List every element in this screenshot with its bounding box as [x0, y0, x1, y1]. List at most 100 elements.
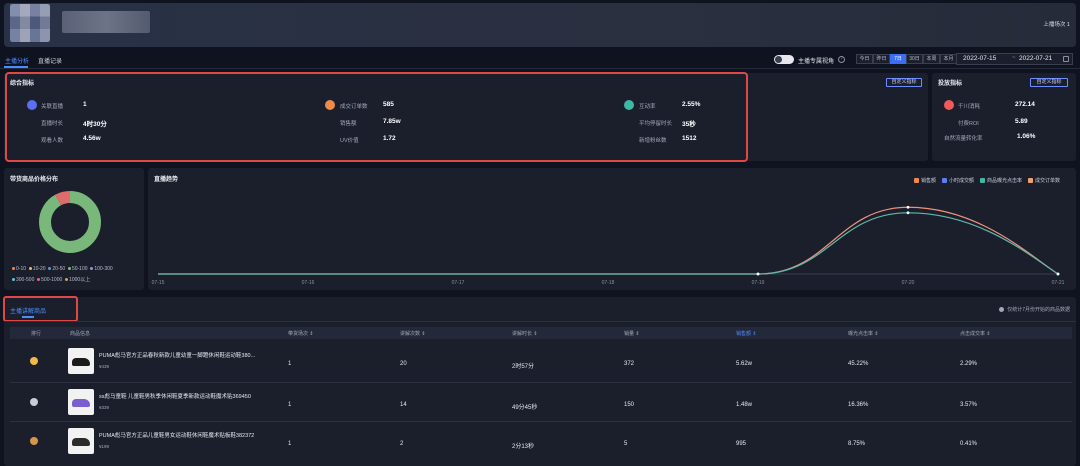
- product-thumbnail[interactable]: [68, 389, 94, 415]
- product-price: ¥439: [99, 364, 110, 369]
- series-line-商品曝光点击率[interactable]: [158, 212, 1059, 275]
- product-name[interactable]: PUMA彪马官方正品春秋新款儿童幼童一脚蹬休闲鞋运动鞋380...: [99, 351, 255, 359]
- range-30day-button[interactable]: 30日: [906, 54, 923, 64]
- legend-label: 销售额: [921, 178, 937, 184]
- metrics-highlight-box: [5, 72, 748, 162]
- metric-label: 新增粉丝数: [639, 138, 667, 144]
- data-point[interactable]: [756, 272, 760, 276]
- legend-label: 0-10: [16, 266, 27, 272]
- cell-sales: 5: [624, 441, 628, 447]
- range-today-button[interactable]: 今日: [856, 54, 873, 64]
- live-icon: [27, 100, 37, 110]
- col-revenue[interactable]: 销售额 ⇕: [736, 330, 757, 337]
- col-product: 商品信息: [70, 331, 91, 337]
- legend-item: 10-20: [28, 266, 46, 272]
- legend-label: 500-1000: [41, 277, 63, 283]
- product-thumbnail[interactable]: [68, 428, 94, 454]
- donut-slice-100-300[interactable]: [39, 191, 101, 253]
- cell-explains: 2: [400, 441, 404, 447]
- legend-label: 100-300: [94, 266, 113, 272]
- cell-sessions: 1: [288, 361, 292, 367]
- col-cvr[interactable]: 点击成交率 ⇕: [960, 330, 991, 337]
- range-yesterday-button[interactable]: 昨日: [873, 54, 890, 64]
- product-name[interactable]: PUMA彪马官方正品儿童鞋男女运动鞋休闲鞋魔术贴板鞋382372: [99, 431, 254, 439]
- trend-legend-orders[interactable]: 成交订单数: [1028, 177, 1060, 184]
- cell-sales: 372: [624, 361, 635, 367]
- metric-label: 平均停留时长: [639, 121, 673, 127]
- col-sales[interactable]: 销量 ⇕: [624, 330, 640, 337]
- legend-label: 300-500: [16, 277, 35, 283]
- cell-cvr: 0.41%: [960, 441, 978, 447]
- legend-label: 成交订单数: [1035, 178, 1061, 184]
- date-end: 2022-07-21: [1019, 55, 1053, 62]
- help-icon[interactable]: ?: [838, 56, 845, 63]
- custom-metrics-button[interactable]: 自定义指标: [886, 78, 922, 87]
- metric-label: 自然流量转化率: [944, 136, 983, 142]
- legend-dot: [90, 267, 94, 271]
- ad-custom-metrics-button[interactable]: 自定义指标: [1030, 78, 1068, 87]
- legend-item: 0-10: [12, 266, 26, 272]
- info-icon: [999, 307, 1005, 313]
- x-tick-label: 07-16: [302, 280, 315, 286]
- price-legend-row-1: 0-10 10-20 20-50 50-100 100-300: [12, 266, 113, 272]
- active-tab-indicator: [22, 316, 34, 318]
- cell-sales: 150: [624, 402, 635, 408]
- metric-value: 1.06%: [1017, 133, 1036, 140]
- data-point[interactable]: [1056, 272, 1060, 276]
- product-name[interactable]: ss彪马童鞋 儿童鞋男秋季休闲鞋夏季新款运动鞋魔术贴369450: [99, 392, 251, 400]
- cell-ctr: 45.22%: [848, 361, 869, 367]
- streamer-avatar[interactable]: [10, 4, 50, 42]
- series-line-销售额[interactable]: [158, 206, 1059, 275]
- legend-dot: [12, 267, 15, 271]
- trend-legend-ctr[interactable]: 商品曝光点击率: [980, 177, 1022, 184]
- x-tick-label: 07-19: [752, 280, 765, 286]
- x-tick-label: 07-20: [902, 280, 915, 286]
- trend-legend-hourly[interactable]: 小时成交额: [942, 177, 974, 184]
- cell-cvr: 2.29%: [960, 361, 978, 367]
- table-header: [10, 327, 1072, 339]
- legend-dot: [12, 278, 15, 282]
- price-legend-row-2: 300-500 500-1000 1000以上: [12, 276, 90, 283]
- tab-live-records[interactable]: 直播记录: [38, 56, 62, 65]
- cell-duration: 49分45秒: [512, 405, 538, 411]
- tab-streamer-analysis[interactable]: 主播分析: [5, 56, 29, 65]
- range-7day-button[interactable]: 7日: [890, 54, 906, 64]
- col-duration[interactable]: 讲解时长 ⇕: [512, 330, 538, 337]
- streamer-header: [4, 3, 1076, 47]
- cell-revenue: 995: [736, 441, 747, 447]
- shoe-icon: [72, 399, 90, 407]
- legend-swatch: [980, 178, 985, 184]
- calendar-icon[interactable]: [1063, 56, 1069, 62]
- product-price: ¥339: [99, 405, 110, 410]
- data-point[interactable]: [906, 205, 910, 209]
- cell-revenue: 1.48w: [736, 402, 753, 408]
- cell-ctr: 8.75%: [848, 441, 866, 447]
- col-ctr[interactable]: 曝光点击率 ⇕: [848, 330, 879, 337]
- cell-explains: 14: [400, 402, 407, 408]
- toggle-knob: [775, 56, 782, 63]
- legend-dot: [37, 278, 41, 282]
- tab-explained-products[interactable]: 主播讲解商品: [10, 306, 46, 315]
- stream-count: 上播场次 1: [1043, 22, 1070, 28]
- product-thumbnail[interactable]: [68, 348, 94, 374]
- trend-line-chart: 07-15 07-16 07-17 07-18 07-19 07-20 07-21: [152, 205, 1065, 286]
- range-month-button[interactable]: 本月: [940, 54, 957, 64]
- row-divider: [10, 382, 1072, 383]
- metric-label: 互动率: [639, 104, 656, 110]
- col-sessions[interactable]: 带货场次 ⇕: [288, 330, 314, 337]
- cell-sessions: 1: [288, 441, 292, 447]
- price-donut-chart: [39, 191, 101, 253]
- data-point[interactable]: [906, 211, 910, 215]
- metric-value: 2.55%: [682, 101, 701, 108]
- legend-label: 50-100: [71, 266, 88, 272]
- trend-legend-sales[interactable]: 销售额: [914, 177, 936, 184]
- metric-label: 直播时长: [41, 121, 64, 127]
- col-rank: 排行: [31, 331, 42, 337]
- metric-label: 成交订单数: [340, 104, 368, 110]
- col-explains[interactable]: 讲解次数 ⇕: [400, 330, 426, 337]
- range-week-button[interactable]: 本周: [923, 54, 940, 64]
- toggle-label: 主播专属视角: [798, 59, 835, 65]
- metric-value: 5.89: [1015, 118, 1028, 125]
- hint-text: 仅统计7月份开始的商品数据: [1007, 307, 1070, 313]
- legend-dot: [48, 267, 52, 271]
